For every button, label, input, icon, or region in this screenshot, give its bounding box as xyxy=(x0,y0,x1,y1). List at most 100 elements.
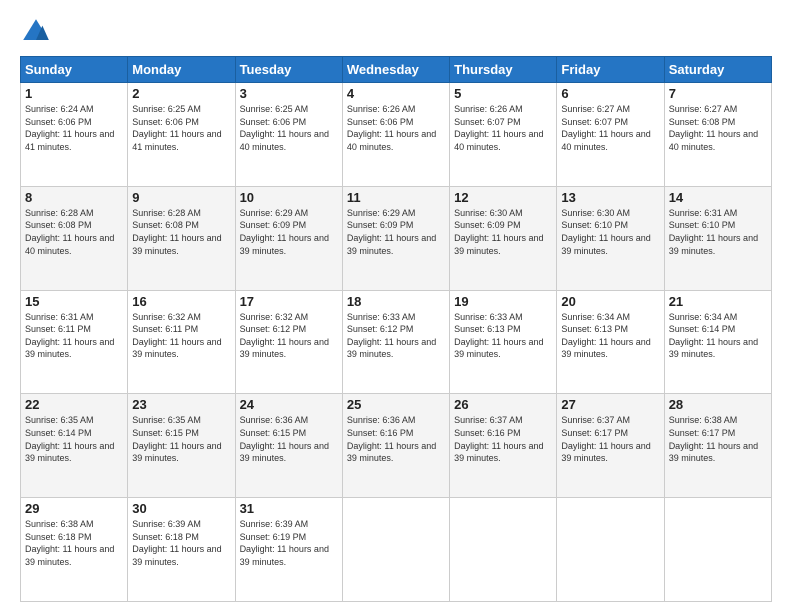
calendar-empty xyxy=(342,498,449,602)
day-number: 8 xyxy=(25,190,123,205)
day-info: Sunrise: 6:27 AM Sunset: 6:07 PM Dayligh… xyxy=(561,103,659,153)
calendar-day-25: 25 Sunrise: 6:36 AM Sunset: 6:16 PM Dayl… xyxy=(342,394,449,498)
col-header-monday: Monday xyxy=(128,57,235,83)
calendar-day-1: 1 Sunrise: 6:24 AM Sunset: 6:06 PM Dayli… xyxy=(21,83,128,187)
day-number: 28 xyxy=(669,397,767,412)
day-number: 3 xyxy=(240,86,338,101)
calendar-day-11: 11 Sunrise: 6:29 AM Sunset: 6:09 PM Dayl… xyxy=(342,186,449,290)
day-number: 31 xyxy=(240,501,338,516)
col-header-friday: Friday xyxy=(557,57,664,83)
calendar-week-2: 8 Sunrise: 6:28 AM Sunset: 6:08 PM Dayli… xyxy=(21,186,772,290)
day-number: 2 xyxy=(132,86,230,101)
day-info: Sunrise: 6:29 AM Sunset: 6:09 PM Dayligh… xyxy=(347,207,445,257)
page: SundayMondayTuesdayWednesdayThursdayFrid… xyxy=(0,0,792,612)
day-number: 4 xyxy=(347,86,445,101)
day-info: Sunrise: 6:24 AM Sunset: 6:06 PM Dayligh… xyxy=(25,103,123,153)
day-info: Sunrise: 6:38 AM Sunset: 6:18 PM Dayligh… xyxy=(25,518,123,568)
day-number: 15 xyxy=(25,294,123,309)
calendar-day-28: 28 Sunrise: 6:38 AM Sunset: 6:17 PM Dayl… xyxy=(664,394,771,498)
calendar-day-3: 3 Sunrise: 6:25 AM Sunset: 6:06 PM Dayli… xyxy=(235,83,342,187)
day-info: Sunrise: 6:35 AM Sunset: 6:15 PM Dayligh… xyxy=(132,414,230,464)
calendar-day-30: 30 Sunrise: 6:39 AM Sunset: 6:18 PM Dayl… xyxy=(128,498,235,602)
day-number: 30 xyxy=(132,501,230,516)
day-number: 5 xyxy=(454,86,552,101)
day-info: Sunrise: 6:27 AM Sunset: 6:08 PM Dayligh… xyxy=(669,103,767,153)
calendar-day-9: 9 Sunrise: 6:28 AM Sunset: 6:08 PM Dayli… xyxy=(128,186,235,290)
calendar-table: SundayMondayTuesdayWednesdayThursdayFrid… xyxy=(20,56,772,602)
col-header-sunday: Sunday xyxy=(21,57,128,83)
logo-icon xyxy=(20,16,52,48)
calendar-day-7: 7 Sunrise: 6:27 AM Sunset: 6:08 PM Dayli… xyxy=(664,83,771,187)
day-number: 18 xyxy=(347,294,445,309)
day-info: Sunrise: 6:30 AM Sunset: 6:09 PM Dayligh… xyxy=(454,207,552,257)
calendar-week-1: 1 Sunrise: 6:24 AM Sunset: 6:06 PM Dayli… xyxy=(21,83,772,187)
col-header-tuesday: Tuesday xyxy=(235,57,342,83)
day-number: 25 xyxy=(347,397,445,412)
day-number: 9 xyxy=(132,190,230,205)
calendar-day-17: 17 Sunrise: 6:32 AM Sunset: 6:12 PM Dayl… xyxy=(235,290,342,394)
day-info: Sunrise: 6:33 AM Sunset: 6:12 PM Dayligh… xyxy=(347,311,445,361)
day-number: 11 xyxy=(347,190,445,205)
day-number: 16 xyxy=(132,294,230,309)
day-info: Sunrise: 6:31 AM Sunset: 6:11 PM Dayligh… xyxy=(25,311,123,361)
day-number: 27 xyxy=(561,397,659,412)
day-number: 6 xyxy=(561,86,659,101)
calendar-day-8: 8 Sunrise: 6:28 AM Sunset: 6:08 PM Dayli… xyxy=(21,186,128,290)
day-number: 23 xyxy=(132,397,230,412)
day-info: Sunrise: 6:28 AM Sunset: 6:08 PM Dayligh… xyxy=(25,207,123,257)
day-info: Sunrise: 6:36 AM Sunset: 6:15 PM Dayligh… xyxy=(240,414,338,464)
day-number: 20 xyxy=(561,294,659,309)
calendar-empty xyxy=(557,498,664,602)
calendar-day-26: 26 Sunrise: 6:37 AM Sunset: 6:16 PM Dayl… xyxy=(450,394,557,498)
day-number: 13 xyxy=(561,190,659,205)
calendar-day-20: 20 Sunrise: 6:34 AM Sunset: 6:13 PM Dayl… xyxy=(557,290,664,394)
day-number: 12 xyxy=(454,190,552,205)
calendar-day-10: 10 Sunrise: 6:29 AM Sunset: 6:09 PM Dayl… xyxy=(235,186,342,290)
day-info: Sunrise: 6:32 AM Sunset: 6:11 PM Dayligh… xyxy=(132,311,230,361)
calendar-day-13: 13 Sunrise: 6:30 AM Sunset: 6:10 PM Dayl… xyxy=(557,186,664,290)
calendar-day-24: 24 Sunrise: 6:36 AM Sunset: 6:15 PM Dayl… xyxy=(235,394,342,498)
day-info: Sunrise: 6:28 AM Sunset: 6:08 PM Dayligh… xyxy=(132,207,230,257)
day-number: 22 xyxy=(25,397,123,412)
day-info: Sunrise: 6:37 AM Sunset: 6:16 PM Dayligh… xyxy=(454,414,552,464)
calendar-day-16: 16 Sunrise: 6:32 AM Sunset: 6:11 PM Dayl… xyxy=(128,290,235,394)
day-number: 19 xyxy=(454,294,552,309)
calendar-day-31: 31 Sunrise: 6:39 AM Sunset: 6:19 PM Dayl… xyxy=(235,498,342,602)
calendar-day-22: 22 Sunrise: 6:35 AM Sunset: 6:14 PM Dayl… xyxy=(21,394,128,498)
calendar-day-27: 27 Sunrise: 6:37 AM Sunset: 6:17 PM Dayl… xyxy=(557,394,664,498)
col-header-thursday: Thursday xyxy=(450,57,557,83)
calendar-day-14: 14 Sunrise: 6:31 AM Sunset: 6:10 PM Dayl… xyxy=(664,186,771,290)
calendar-day-21: 21 Sunrise: 6:34 AM Sunset: 6:14 PM Dayl… xyxy=(664,290,771,394)
day-number: 1 xyxy=(25,86,123,101)
day-info: Sunrise: 6:34 AM Sunset: 6:13 PM Dayligh… xyxy=(561,311,659,361)
day-number: 29 xyxy=(25,501,123,516)
col-header-saturday: Saturday xyxy=(664,57,771,83)
logo xyxy=(20,16,56,48)
day-info: Sunrise: 6:25 AM Sunset: 6:06 PM Dayligh… xyxy=(240,103,338,153)
day-info: Sunrise: 6:26 AM Sunset: 6:06 PM Dayligh… xyxy=(347,103,445,153)
day-number: 7 xyxy=(669,86,767,101)
calendar-day-23: 23 Sunrise: 6:35 AM Sunset: 6:15 PM Dayl… xyxy=(128,394,235,498)
day-info: Sunrise: 6:34 AM Sunset: 6:14 PM Dayligh… xyxy=(669,311,767,361)
day-info: Sunrise: 6:33 AM Sunset: 6:13 PM Dayligh… xyxy=(454,311,552,361)
calendar-empty xyxy=(664,498,771,602)
day-info: Sunrise: 6:38 AM Sunset: 6:17 PM Dayligh… xyxy=(669,414,767,464)
col-header-wednesday: Wednesday xyxy=(342,57,449,83)
day-info: Sunrise: 6:29 AM Sunset: 6:09 PM Dayligh… xyxy=(240,207,338,257)
calendar-week-5: 29 Sunrise: 6:38 AM Sunset: 6:18 PM Dayl… xyxy=(21,498,772,602)
calendar-day-15: 15 Sunrise: 6:31 AM Sunset: 6:11 PM Dayl… xyxy=(21,290,128,394)
day-info: Sunrise: 6:26 AM Sunset: 6:07 PM Dayligh… xyxy=(454,103,552,153)
calendar-day-29: 29 Sunrise: 6:38 AM Sunset: 6:18 PM Dayl… xyxy=(21,498,128,602)
day-number: 14 xyxy=(669,190,767,205)
header xyxy=(20,16,772,48)
day-info: Sunrise: 6:35 AM Sunset: 6:14 PM Dayligh… xyxy=(25,414,123,464)
day-number: 24 xyxy=(240,397,338,412)
day-number: 26 xyxy=(454,397,552,412)
day-number: 10 xyxy=(240,190,338,205)
calendar-week-3: 15 Sunrise: 6:31 AM Sunset: 6:11 PM Dayl… xyxy=(21,290,772,394)
day-info: Sunrise: 6:36 AM Sunset: 6:16 PM Dayligh… xyxy=(347,414,445,464)
day-info: Sunrise: 6:32 AM Sunset: 6:12 PM Dayligh… xyxy=(240,311,338,361)
calendar-day-2: 2 Sunrise: 6:25 AM Sunset: 6:06 PM Dayli… xyxy=(128,83,235,187)
calendar-week-4: 22 Sunrise: 6:35 AM Sunset: 6:14 PM Dayl… xyxy=(21,394,772,498)
calendar-header-row: SundayMondayTuesdayWednesdayThursdayFrid… xyxy=(21,57,772,83)
